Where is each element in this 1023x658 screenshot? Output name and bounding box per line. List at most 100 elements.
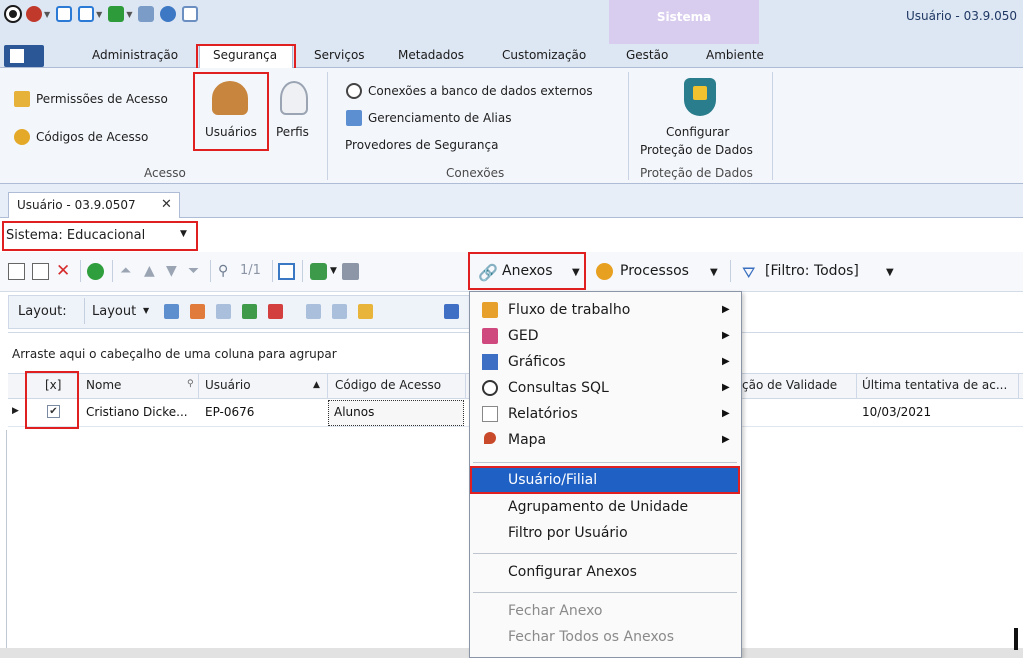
anexos-button[interactable]: Anexos (502, 263, 553, 279)
copy-icon[interactable] (182, 6, 199, 22)
tab-gestao[interactable]: Gestão (626, 48, 668, 62)
menu-item-filtro-usuario[interactable]: Filtro por Usuário (508, 525, 628, 541)
chevron-down-icon[interactable]: ▼ (886, 267, 903, 284)
refresh-icon[interactable] (87, 263, 104, 280)
alias-icon (346, 110, 362, 126)
binoculars-icon[interactable]: ⚲ (218, 263, 235, 280)
layout-dropdown[interactable]: Layout (92, 304, 136, 319)
menu-item-graficos[interactable]: Gráficos (508, 354, 566, 370)
cell-ultima[interactable]: 10/03/2021 (862, 405, 931, 419)
group-divider (628, 72, 629, 180)
column-header-ultima[interactable]: Última tentativa de ac... (862, 378, 1007, 392)
system-selector[interactable]: Sistema: Educacional (6, 228, 145, 243)
previous-record-icon[interactable]: ▲ (144, 263, 161, 280)
tab-seguranca[interactable]: Segurança (213, 48, 277, 62)
tab-customizacao[interactable]: Customização (502, 48, 586, 62)
conexoes-externos-button[interactable]: Conexões a banco de dados externos (346, 83, 593, 99)
export-icon[interactable] (310, 263, 327, 280)
cell-codigo[interactable]: Alunos (334, 405, 374, 419)
chevron-down-icon[interactable]: ▼ (572, 267, 589, 284)
chevron-down-icon[interactable]: ▼ (710, 267, 727, 284)
filter-button[interactable]: [Filtro: Todos] (765, 263, 859, 279)
close-icon[interactable]: ✕ (161, 197, 172, 212)
menu-item-mapa[interactable]: Mapa (508, 432, 546, 448)
window-icon[interactable] (56, 6, 73, 22)
tools-icon[interactable] (138, 6, 155, 22)
window-blank-icon[interactable] (78, 6, 95, 22)
database-link-icon (346, 83, 362, 99)
column-divider (465, 373, 466, 399)
column-header-usuario[interactable]: Usuário (205, 378, 251, 392)
layout-icon-8[interactable] (358, 304, 373, 319)
menu-item-agrupamento[interactable]: Agrupamento de Unidade (508, 499, 688, 515)
menu-item-fluxo[interactable]: Fluxo de trabalho (508, 302, 630, 318)
provedores-seguranca-button[interactable]: Provedores de Segurança (345, 138, 498, 152)
layout-icon-3[interactable] (216, 304, 231, 319)
tab-servicos[interactable]: Serviços (314, 48, 365, 62)
chevron-down-icon[interactable]: ▼ (180, 229, 187, 239)
layout-icon-7[interactable] (332, 304, 347, 319)
menu-item-ged[interactable]: GED (508, 328, 538, 344)
configurar-protecao-button[interactable]: Configurar Proteção de Dados (634, 74, 768, 160)
last-record-icon[interactable]: ⏷ (188, 263, 205, 280)
menu-item-configurar-anexos[interactable]: Configurar Anexos (508, 564, 637, 580)
file-menu-button[interactable] (4, 45, 44, 67)
column-divider (78, 373, 79, 399)
play-icon[interactable] (108, 6, 125, 22)
codigos-acesso-button[interactable]: Códigos de Acesso (14, 129, 148, 145)
process-icon (596, 263, 613, 280)
tab-ambiente[interactable]: Ambiente (706, 48, 764, 62)
menu-item-relatorios[interactable]: Relatórios (508, 406, 578, 422)
column-header-validade[interactable]: ção de Validade (742, 378, 837, 392)
delete-icon[interactable]: ✕ (56, 263, 73, 280)
bar-chart-icon (482, 354, 498, 370)
document-tab-label: Usuário - 03.9.0507 (17, 198, 136, 212)
submenu-arrow-icon: ▶ (722, 356, 730, 367)
column-header-nome[interactable]: Nome (86, 378, 121, 392)
layout-icon-6[interactable] (306, 304, 321, 319)
dropdown-arrow-icon[interactable]: ▼ (44, 10, 50, 19)
column-header-codigo[interactable]: Código de Acesso (335, 378, 441, 392)
column-header-select[interactable]: [x] (45, 378, 61, 392)
row-checkbox[interactable]: ✔ (47, 405, 60, 418)
refresh-icon[interactable] (160, 6, 177, 22)
cell-nome[interactable]: Cristiano Dicke... (86, 405, 188, 419)
print-icon[interactable] (342, 263, 359, 280)
perfis-button[interactable]: Perfis (274, 75, 314, 151)
menu-item-usuario-filial[interactable]: Usuário/Filial (508, 472, 597, 488)
first-record-icon[interactable]: ⏶ (120, 263, 137, 280)
usuarios-button[interactable]: Usuários (197, 75, 267, 151)
grid-view-icon[interactable] (278, 263, 295, 280)
submenu-arrow-icon: ▶ (722, 434, 730, 445)
processos-button[interactable]: Processos (620, 263, 689, 279)
edit-icon[interactable] (32, 263, 49, 280)
app-orb-icon[interactable] (4, 5, 22, 23)
layout-icon-1[interactable] (164, 304, 179, 319)
workflow-icon (482, 302, 498, 318)
cell-usuario[interactable]: EP-0676 (205, 405, 254, 419)
tab-metadados[interactable]: Metadados (398, 48, 464, 62)
chevron-down-icon[interactable]: ▼ (143, 306, 149, 315)
layout-icon-5[interactable] (268, 304, 283, 319)
chart-icon[interactable] (444, 304, 459, 319)
document-tab[interactable]: Usuário - 03.9.0507 ✕ (8, 192, 180, 218)
context-tab-sistema[interactable]: Sistema (609, 0, 759, 44)
filter-pin-icon[interactable]: ⚲ (187, 379, 194, 389)
tab-administracao[interactable]: Administração (92, 48, 178, 62)
layout-icon-2[interactable] (190, 304, 205, 319)
layout-icon-4[interactable] (242, 304, 257, 319)
layout-toolbar (8, 295, 473, 329)
alias-label: Gerenciamento de Alias (368, 111, 512, 125)
dropdown-arrow-icon[interactable]: ▼ (126, 10, 132, 19)
sort-ascending-icon[interactable]: ▲ (313, 380, 320, 390)
menu-item-consultas[interactable]: Consultas SQL (508, 380, 609, 396)
codigos-label: Códigos de Acesso (36, 130, 149, 144)
users-quick-icon[interactable] (26, 6, 42, 22)
paperclip-icon: 🔗 (478, 263, 498, 282)
permissoes-acesso-button[interactable]: Permissões de Acesso (14, 91, 168, 107)
gerenciamento-alias-button[interactable]: Gerenciamento de Alias (346, 110, 511, 126)
dropdown-arrow-icon[interactable]: ▼ (96, 10, 102, 19)
window-title: Usuário - 03.9.050 (906, 9, 1017, 23)
new-icon[interactable] (8, 263, 25, 280)
next-record-icon[interactable]: ▼ (166, 263, 183, 280)
